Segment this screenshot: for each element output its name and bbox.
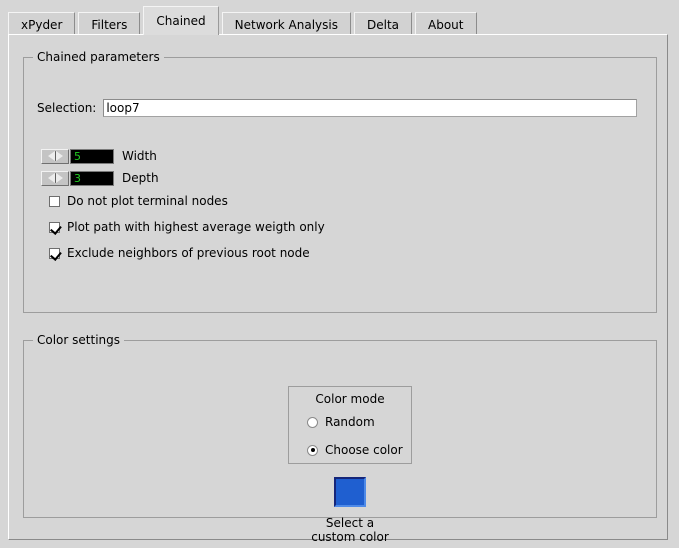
tab-label: Filters [91, 18, 127, 32]
arrow-right-icon[interactable] [56, 151, 63, 161]
width-spinner-arrows[interactable] [41, 149, 69, 164]
checkbox-exclude-neighbors-previous-root[interactable]: Exclude neighbors of previous root node [49, 245, 310, 261]
checkbox-label: Do not plot terminal nodes [67, 194, 228, 208]
tab-label: Chained [156, 14, 205, 28]
selection-label: Selection: [37, 101, 96, 115]
radio-choose-color[interactable]: Choose color [307, 443, 403, 457]
checkbox-do-not-plot-terminal-nodes[interactable]: Do not plot terminal nodes [49, 193, 228, 209]
color-settings-title: Color settings [33, 333, 124, 347]
tab-label: Network Analysis [235, 18, 338, 32]
color-settings-group: Color settings Color mode Random Choose … [23, 340, 657, 518]
color-mode-title: Color mode [289, 392, 411, 406]
custom-color-picker: Select a custom color [288, 477, 412, 544]
checkbox-box[interactable] [49, 248, 60, 259]
radio-random[interactable]: Random [307, 415, 375, 429]
arrow-left-icon[interactable] [48, 173, 55, 183]
radio-label: Random [325, 415, 375, 429]
depth-label: Depth [122, 171, 159, 185]
custom-color-caption: Select a custom color [288, 516, 412, 544]
tab-page-chained: Chained parameters Selection: 5 Width 3 … [8, 34, 668, 540]
tab-label: Delta [367, 18, 399, 32]
tab-list: xPyder Filters Chained Network Analysis … [8, 5, 480, 35]
tab-label: About [428, 18, 463, 32]
width-value[interactable]: 5 [70, 149, 114, 164]
color-mode-box: Color mode Random Choose color [288, 386, 412, 464]
checkbox-label: Plot path with highest average weigth on… [67, 220, 325, 234]
selection-input[interactable] [103, 99, 637, 117]
checkbox-box[interactable] [49, 196, 60, 207]
tab-chained[interactable]: Chained [143, 6, 218, 35]
checkbox-plot-path-highest-average-weight[interactable]: Plot path with highest average weigth on… [49, 219, 325, 235]
width-spinner[interactable]: 5 Width [41, 147, 157, 165]
depth-value[interactable]: 3 [70, 171, 114, 186]
radio-button[interactable] [307, 417, 318, 428]
width-label: Width [122, 149, 157, 163]
tab-bar: xPyder Filters Chained Network Analysis … [0, 0, 679, 36]
depth-spinner[interactable]: 3 Depth [41, 169, 159, 187]
checkbox-box[interactable] [49, 222, 60, 233]
arrow-left-icon[interactable] [48, 151, 55, 161]
radio-button[interactable] [307, 445, 318, 456]
radio-label: Choose color [325, 443, 403, 457]
arrow-right-icon[interactable] [56, 173, 63, 183]
depth-spinner-arrows[interactable] [41, 171, 69, 186]
selection-row: Selection: [37, 97, 637, 119]
tab-label: xPyder [21, 18, 62, 32]
checkbox-label: Exclude neighbors of previous root node [67, 246, 310, 260]
color-swatch-button[interactable] [334, 477, 366, 507]
chained-parameters-title: Chained parameters [33, 50, 164, 64]
